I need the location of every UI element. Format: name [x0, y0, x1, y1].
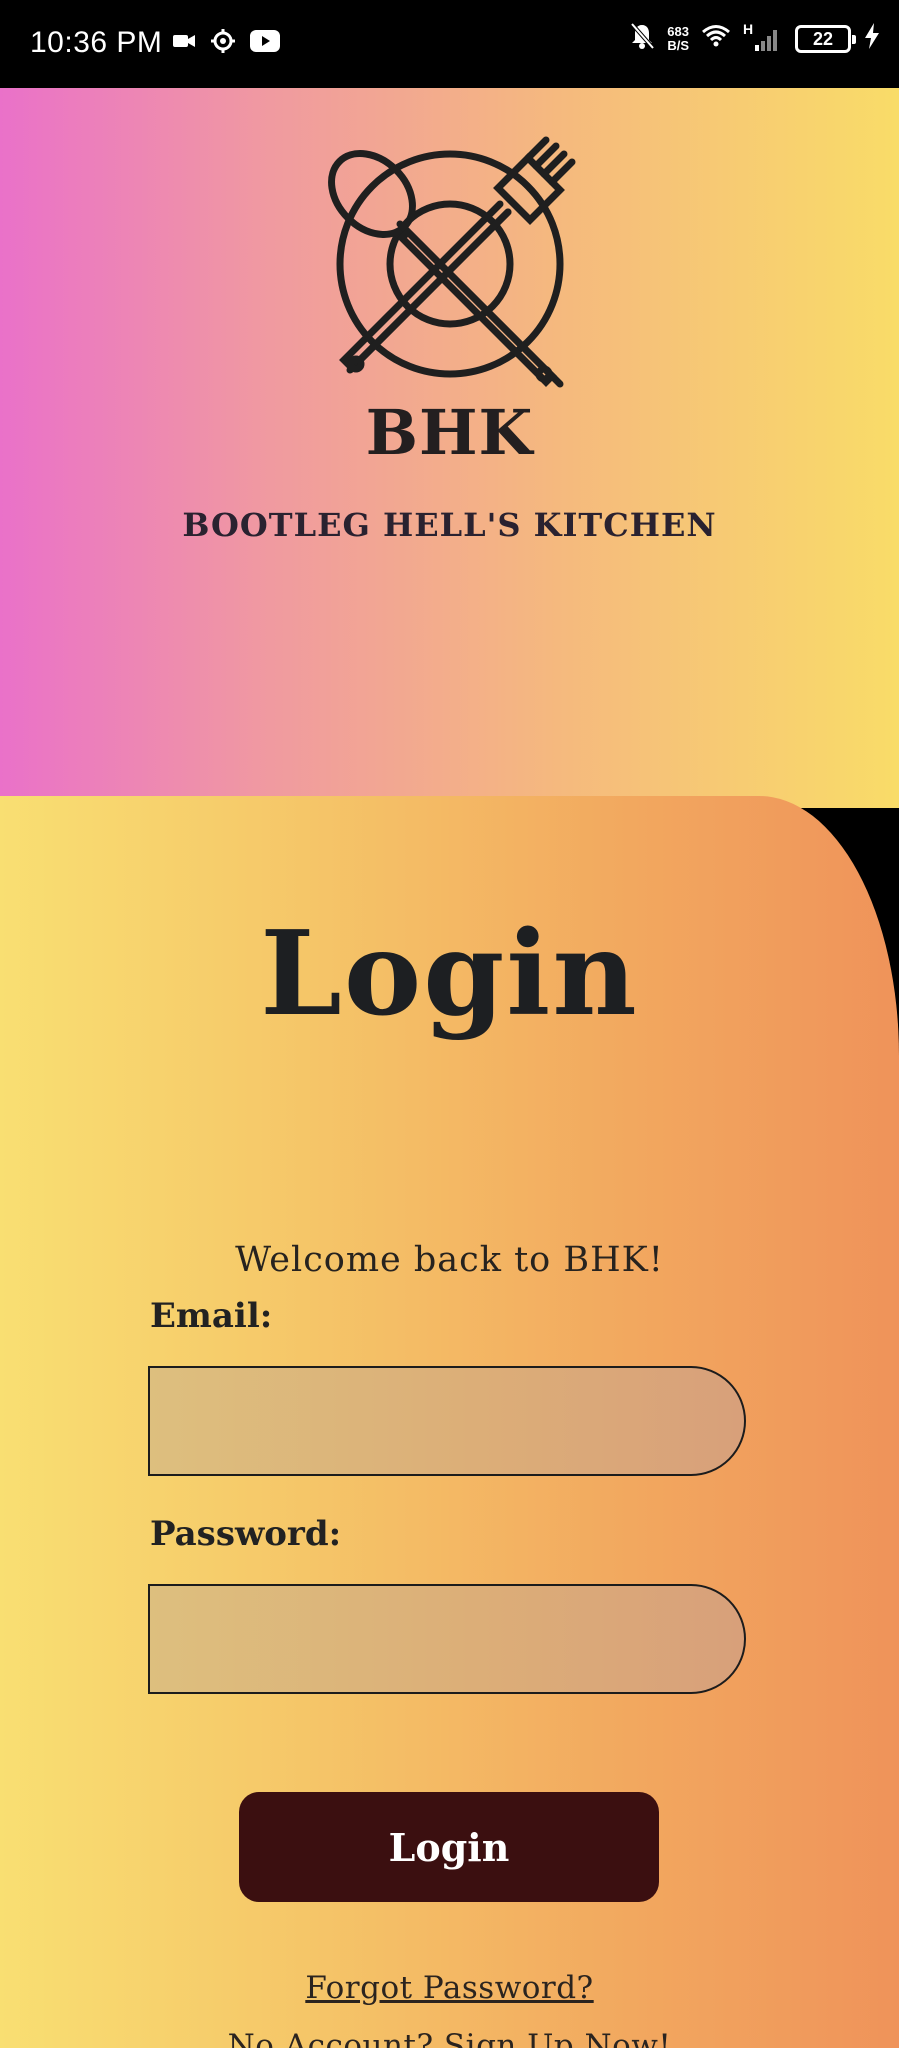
email-field[interactable] [148, 1366, 746, 1476]
forgot-password-link[interactable]: Forgot Password? [0, 1970, 899, 2006]
login-card: Login Welcome back to BHK! Email: Passwo… [0, 796, 899, 2048]
status-bar: 10:36 PM 683 B/S H 22 [0, 0, 899, 88]
page-title: Login [260, 906, 639, 1042]
battery-icon: 22 [795, 24, 856, 53]
settings-gear-icon [210, 28, 236, 59]
login-button[interactable]: Login [239, 1792, 659, 1902]
youtube-icon [250, 30, 280, 57]
welcome-text: Welcome back to BHK! [235, 1240, 664, 1280]
net-speed-value: 683 [667, 23, 689, 39]
brand-abbreviation: BHK [365, 396, 534, 469]
bell-off-icon [629, 22, 655, 55]
charging-bolt-icon [863, 22, 881, 55]
password-field[interactable] [148, 1584, 746, 1694]
signal-type-label: H [743, 20, 754, 37]
video-camera-icon [172, 31, 196, 56]
notification-icons [172, 28, 280, 59]
brand-full-name: BOOTLEG HELL'S KITCHEN [182, 506, 717, 544]
email-label: Email: [150, 1296, 273, 1336]
cell-signal-icon: H [743, 21, 783, 53]
password-label: Password: [150, 1514, 342, 1554]
network-speed: 683 B/S [667, 23, 689, 53]
header-banner: BHK BOOTLEG HELL'S KITCHEN [0, 88, 899, 808]
signup-link[interactable]: No Account? Sign Up Now! [0, 2028, 899, 2048]
status-time: 10:36 PM [30, 26, 163, 59]
net-speed-unit: B/S [667, 37, 689, 53]
system-icons: 683 B/S H 22 [629, 21, 881, 55]
wifi-icon [701, 24, 731, 53]
